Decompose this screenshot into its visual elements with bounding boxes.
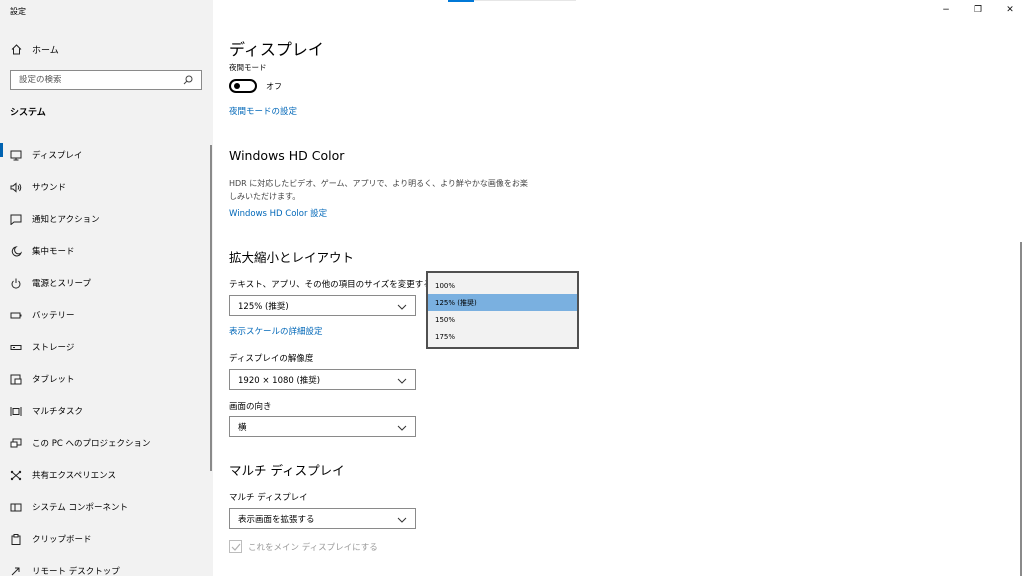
multi-display-heading: マルチ ディスプレイ	[229, 463, 345, 478]
sidebar: 設定 ホーム システム ディスプレイ サウンド 通知とアクション 集中モード	[0, 0, 213, 576]
sidebar-item-label: タブレット	[32, 375, 75, 385]
chevron-down-icon	[397, 303, 407, 310]
settings-search[interactable]	[10, 70, 202, 90]
scale-label: テキスト、アプリ、その他の項目のサイズを変更する	[229, 280, 432, 290]
main-scrollbar[interactable]	[1020, 242, 1022, 576]
main-content: ディスプレイ 夜間モード オフ 夜間モードの設定 Windows HD Colo…	[229, 0, 1009, 576]
clipboard-icon	[10, 533, 22, 545]
resolution-dropdown[interactable]: 1920 × 1080 (推奨)	[229, 369, 416, 390]
components-icon	[10, 501, 22, 513]
sidebar-scrollbar[interactable]	[210, 145, 212, 471]
sidebar-item-label: 集中モード	[32, 247, 75, 257]
hdr-settings-link[interactable]: Windows HD Color 設定	[229, 207, 327, 219]
sidebar-item-label: リモート デスクトップ	[32, 567, 120, 576]
home-nav-item[interactable]: ホーム	[10, 40, 210, 58]
sidebar-item-multitasking[interactable]: マルチタスク	[0, 395, 213, 427]
night-mode-state: オフ	[266, 82, 282, 91]
tablet-icon	[10, 373, 22, 385]
sidebar-item-system-components[interactable]: システム コンポーネント	[0, 491, 213, 523]
scale-option-175[interactable]: 175%	[428, 328, 577, 345]
hdr-description: HDR に対応したビデオ、ゲーム、アプリで、より明るく、より鮮やかな画像をお楽し…	[229, 179, 528, 201]
multitask-icon	[10, 405, 22, 417]
scale-dropdown[interactable]: 125% (推奨)	[229, 295, 416, 316]
sidebar-item-tablet[interactable]: タブレット	[0, 363, 213, 395]
sidebar-item-storage[interactable]: ストレージ	[0, 331, 213, 363]
home-icon	[10, 43, 22, 55]
scale-layout-heading: 拡大縮小とレイアウト	[229, 250, 355, 265]
sidebar-item-shared-experiences[interactable]: 共有エクスペリエンス	[0, 459, 213, 491]
sidebar-item-remote-desktop[interactable]: リモート デスクトップ	[0, 555, 213, 576]
checkmark-icon	[231, 543, 240, 551]
multi-display-dropdown[interactable]: 表示画面を拡張する	[229, 508, 416, 529]
sidebar-item-label: バッテリー	[32, 311, 75, 321]
battery-icon	[10, 309, 22, 321]
scale-value: 125% (推奨)	[238, 301, 289, 312]
power-icon	[10, 277, 22, 289]
sidebar-item-notifications[interactable]: 通知とアクション	[0, 203, 213, 235]
home-label: ホーム	[32, 45, 59, 56]
sidebar-item-label: 共有エクスペリエンス	[32, 471, 116, 481]
shared-experience-icon	[10, 469, 22, 481]
multi-display-value: 表示画面を拡張する	[238, 514, 315, 525]
notification-icon	[10, 213, 22, 225]
sidebar-item-label: マルチタスク	[32, 407, 84, 417]
search-input[interactable]	[19, 75, 183, 85]
sidebar-item-label: 通知とアクション	[32, 215, 100, 225]
app-title: 設定	[10, 7, 26, 16]
remote-desktop-icon	[10, 565, 22, 576]
search-icon[interactable]	[183, 75, 193, 85]
sidebar-item-projection[interactable]: この PC へのプロジェクション	[0, 427, 213, 459]
sidebar-item-clipboard[interactable]: クリップボード	[0, 523, 213, 555]
orientation-dropdown[interactable]: 横	[229, 416, 416, 437]
hdr-heading: Windows HD Color	[229, 148, 345, 163]
sidebar-item-power[interactable]: 電源とスリープ	[0, 267, 213, 299]
resolution-label: ディスプレイの解像度	[229, 354, 314, 364]
night-mode-settings-link[interactable]: 夜間モードの設定	[229, 105, 297, 117]
sidebar-item-label: サウンド	[32, 183, 67, 193]
speaker-icon	[10, 181, 22, 193]
moon-icon	[10, 245, 22, 257]
main-display-checkbox-row: これをメイン ディスプレイにする	[229, 540, 378, 553]
sidebar-item-label: この PC へのプロジェクション	[32, 439, 151, 449]
scale-option-150[interactable]: 150%	[428, 311, 577, 328]
resolution-value: 1920 × 1080 (推奨)	[238, 375, 321, 386]
page-title: ディスプレイ	[229, 40, 324, 59]
scale-option-125[interactable]: 125% (推奨)	[428, 294, 577, 311]
sidebar-item-label: ディスプレイ	[32, 151, 83, 161]
sidebar-item-label: ストレージ	[32, 343, 75, 353]
multi-display-label: マルチ ディスプレイ	[229, 493, 308, 503]
sidebar-item-label: システム コンポーネント	[32, 503, 128, 513]
projection-icon	[10, 437, 22, 449]
orientation-label: 画面の向き	[229, 402, 272, 412]
sidebar-item-label: 電源とスリープ	[32, 279, 91, 289]
section-title: システム	[10, 108, 46, 118]
sidebar-item-focus[interactable]: 集中モード	[0, 235, 213, 267]
chevron-down-icon	[397, 424, 407, 431]
main-display-checkbox[interactable]	[229, 540, 242, 553]
storage-icon	[10, 341, 22, 353]
advanced-scaling-link[interactable]: 表示スケールの詳細設定	[229, 325, 323, 337]
chevron-down-icon	[397, 516, 407, 523]
sidebar-item-sound[interactable]: サウンド	[0, 171, 213, 203]
sidebar-item-display[interactable]: ディスプレイ	[0, 139, 213, 171]
main-display-checkbox-label: これをメイン ディスプレイにする	[248, 542, 378, 553]
chevron-down-icon	[397, 377, 407, 384]
sidebar-nav: ディスプレイ サウンド 通知とアクション 集中モード 電源とスリープ バッテリー…	[0, 139, 213, 576]
sidebar-item-label: クリップボード	[32, 535, 92, 545]
orientation-value: 横	[238, 422, 247, 433]
toggle-knob	[234, 83, 240, 89]
sidebar-item-battery[interactable]: バッテリー	[0, 299, 213, 331]
night-mode-label: 夜間モード	[229, 63, 267, 72]
scale-option-100[interactable]: 100%	[428, 277, 577, 294]
scale-dropdown-popup: 100% 125% (推奨) 150% 175%	[426, 271, 579, 349]
night-mode-toggle[interactable]	[229, 79, 257, 93]
monitor-icon	[10, 149, 22, 161]
